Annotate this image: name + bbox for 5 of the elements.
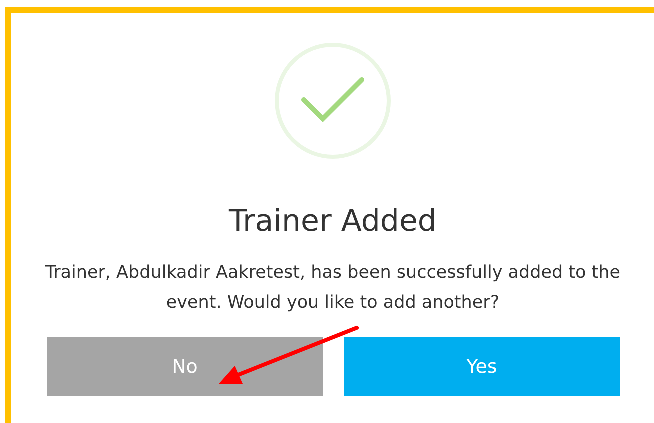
dialog-message: Trainer, Abdulkadir Aakretest, has been successfully added to the event. Would you like to add another? — [44, 262, 622, 315]
no-button[interactable]: No — [47, 337, 323, 396]
yes-button[interactable]: Yes — [344, 337, 620, 396]
success-check-icon — [274, 42, 392, 160]
dialog-title: Trainer Added — [229, 204, 437, 240]
